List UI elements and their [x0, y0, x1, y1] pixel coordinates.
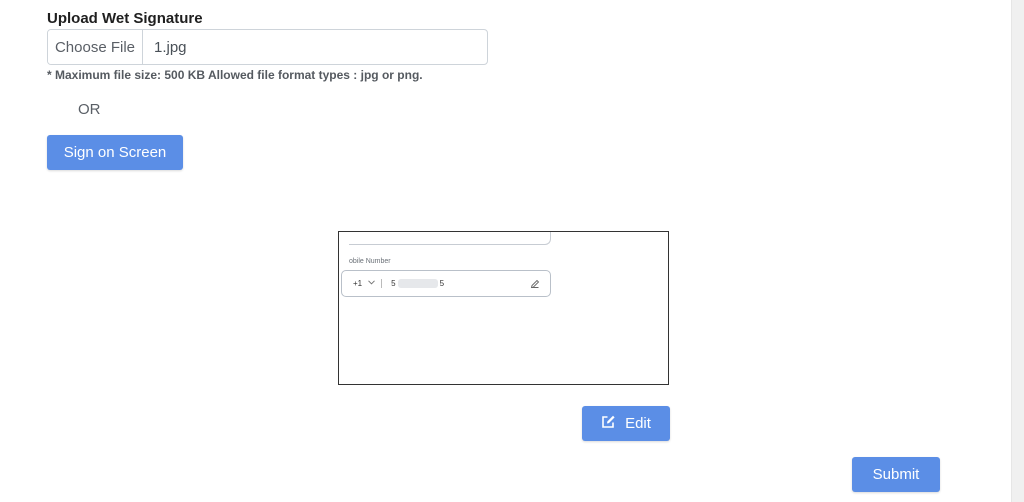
chevron-down-icon [368, 280, 375, 287]
preview-redacted-digits [397, 279, 438, 288]
preview-phone-field: +1 5 5 [341, 270, 551, 297]
file-size-hint: * Maximum file size: 500 KB Allowed file… [47, 68, 423, 82]
signature-preview-image: obile Number +1 5 5 [338, 231, 669, 385]
submit-button[interactable]: Submit [852, 457, 940, 492]
selected-file-name: 1.jpg [154, 38, 187, 56]
pencil-icon [530, 279, 540, 291]
preview-separator [381, 279, 383, 288]
edit-icon [601, 414, 625, 433]
page-scrollbar[interactable] [1011, 0, 1024, 502]
choose-file-button[interactable]: Choose File [48, 30, 143, 64]
edit-button-label: Edit [625, 415, 651, 432]
file-input[interactable]: Choose File 1.jpg [47, 29, 488, 65]
preview-number-end: 5 [439, 279, 445, 288]
upload-section-label: Upload Wet Signature [47, 10, 203, 27]
preview-number-start: 5 [391, 279, 396, 288]
or-divider: OR [78, 101, 101, 118]
sign-on-screen-button[interactable]: Sign on Screen [47, 135, 183, 170]
edit-button[interactable]: Edit [582, 406, 670, 441]
preview-phone-number: 5 5 [391, 279, 444, 288]
preview-field-label: obile Number [349, 258, 391, 265]
preview-country-code: +1 [353, 279, 363, 288]
preview-previous-field [349, 232, 551, 245]
